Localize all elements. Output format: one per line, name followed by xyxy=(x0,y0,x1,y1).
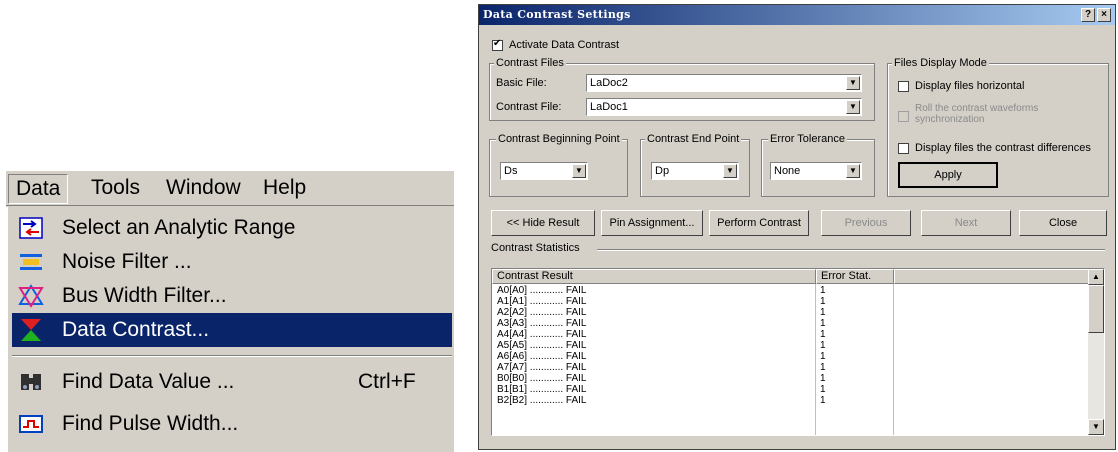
menu-window[interactable]: Window xyxy=(159,174,248,202)
table-row[interactable]: A3[A3] ............ FAIL 1 xyxy=(492,318,1090,329)
menu-item-data-contrast[interactable]: Data Contrast... xyxy=(12,313,452,347)
menu-item-noise-filter[interactable]: Noise Filter ... xyxy=(12,245,452,279)
table-row[interactable]: A4[A4] ............ FAIL 1 xyxy=(492,329,1090,340)
menu-tools[interactable]: Tools xyxy=(84,174,147,202)
contrast-result-table[interactable]: Contrast Result Error Stat. A0[A0] .....… xyxy=(491,268,1105,436)
perform-contrast-button[interactable]: Perform Contrast xyxy=(709,210,809,236)
roll-sync-checkbox[interactable] xyxy=(898,111,909,122)
scroll-down-icon[interactable]: ▼ xyxy=(1088,419,1104,435)
scroll-up-icon[interactable]: ▲ xyxy=(1088,269,1104,285)
error-tolerance-select[interactable]: None ▼ xyxy=(770,162,862,180)
activate-checkbox[interactable] xyxy=(492,38,503,51)
next-button[interactable]: Next xyxy=(921,210,1011,236)
pulse-width-icon xyxy=(19,415,43,433)
display-horizontal-checkbox[interactable] xyxy=(898,81,909,92)
binoculars-icon xyxy=(21,374,41,390)
table-row[interactable]: B2[B2] ............ FAIL 1 xyxy=(492,395,1090,406)
menu-data[interactable]: Data xyxy=(8,174,69,204)
basic-file-label: Basic File: xyxy=(496,77,547,89)
chevron-down-icon[interactable]: ▼ xyxy=(723,164,737,178)
menu-item-analytic-range[interactable]: Select an Analytic Range xyxy=(12,211,452,245)
menu-item-bus-width-filter[interactable]: Bus Width Filter... xyxy=(12,279,452,313)
basic-file-select[interactable]: LaDoc2 ▼ xyxy=(586,74,862,92)
display-horizontal-label: Display files horizontal xyxy=(915,80,1025,92)
beginning-point-select[interactable]: Ds ▼ xyxy=(500,162,588,180)
table-row[interactable]: A1[A1] ............ FAIL 1 xyxy=(492,296,1090,307)
error-tolerance-group: Error Tolerance None ▼ xyxy=(761,133,875,197)
vertical-scrollbar[interactable]: ▲ ▼ xyxy=(1088,269,1104,435)
menu-help[interactable]: Help xyxy=(256,174,313,202)
menubar: Data Tools Window Help xyxy=(6,171,454,206)
contrast-files-group: Contrast Files Basic File: LaDoc2 ▼ Cont… xyxy=(489,57,875,121)
help-button[interactable]: ? xyxy=(1081,8,1095,22)
activate-label: Activate Data Contrast xyxy=(509,39,620,51)
end-point-group: Contrast End Point Dp ▼ xyxy=(640,133,750,197)
chevron-down-icon[interactable]: ▼ xyxy=(572,164,586,178)
analytic-range-icon xyxy=(19,217,43,239)
contrast-statistics-label: Contrast Statistics xyxy=(491,242,580,254)
data-contrast-icon xyxy=(21,319,41,341)
menu-item-find-pulse-width[interactable]: Find Pulse Width... xyxy=(12,407,452,441)
menu-item-find-data-value[interactable]: Find Data Value ... Ctrl+F xyxy=(12,365,452,399)
previous-button[interactable]: Previous xyxy=(821,210,911,236)
chevron-down-icon[interactable]: ▼ xyxy=(846,76,860,90)
dialog-title: Data Contrast Settings xyxy=(483,8,631,21)
table-row[interactable]: A5[A5] ............ FAIL 1 xyxy=(492,340,1090,351)
display-mode-group: Files Display Mode Display files horizon… xyxy=(887,57,1109,197)
table-row[interactable]: A0[A0] ............ FAIL 1 xyxy=(492,285,1090,296)
chevron-down-icon[interactable]: ▼ xyxy=(846,164,860,178)
table-row[interactable]: A6[A6] ............ FAIL 1 xyxy=(492,351,1090,362)
contrast-file-select[interactable]: LaDoc1 ▼ xyxy=(586,98,862,116)
chevron-down-icon[interactable]: ▼ xyxy=(846,100,860,114)
scrollbar-thumb[interactable] xyxy=(1088,285,1104,333)
contrast-file-label: Contrast File: xyxy=(496,101,562,113)
menu-separator xyxy=(12,355,452,357)
beginning-point-group: Contrast Beginning Point Ds ▼ xyxy=(489,133,628,197)
noise-filter-icon xyxy=(20,254,42,270)
data-menu: Data Tools Window Help Select an Analyti… xyxy=(6,171,454,452)
table-row[interactable]: B0[B0] ............ FAIL 1 xyxy=(492,373,1090,384)
pin-assignment-button[interactable]: Pin Assignment... xyxy=(601,210,703,236)
bus-width-filter-icon xyxy=(18,284,44,308)
dialog-titlebar: Data Contrast Settings ? × xyxy=(479,5,1115,25)
display-differences-checkbox[interactable] xyxy=(898,143,909,154)
end-point-select[interactable]: Dp ▼ xyxy=(651,162,739,180)
close-button[interactable]: Close xyxy=(1019,210,1107,236)
table-row[interactable]: A7[A7] ............ FAIL 1 xyxy=(492,362,1090,373)
display-differences-label: Display files the contrast differences xyxy=(915,142,1091,154)
divider xyxy=(597,249,1105,251)
column-header-error-stat[interactable]: Error Stat. xyxy=(816,269,894,284)
table-row[interactable]: A2[A2] ............ FAIL 1 xyxy=(492,307,1090,318)
data-dropdown: Select an Analytic Range Noise Filter ..… xyxy=(6,207,454,452)
hide-result-button[interactable]: << Hide Result xyxy=(491,210,595,236)
close-icon[interactable]: × xyxy=(1097,8,1111,22)
table-row[interactable]: B1[B1] ............ FAIL 1 xyxy=(492,384,1090,395)
apply-button[interactable]: Apply xyxy=(898,162,998,188)
data-contrast-dialog: Data Contrast Settings ? × Activate Data… xyxy=(478,4,1116,450)
column-header-result[interactable]: Contrast Result xyxy=(492,269,816,284)
roll-sync-label: Roll the contrast waveforms synchronizat… xyxy=(915,103,1039,125)
column-header-empty xyxy=(894,269,1090,284)
